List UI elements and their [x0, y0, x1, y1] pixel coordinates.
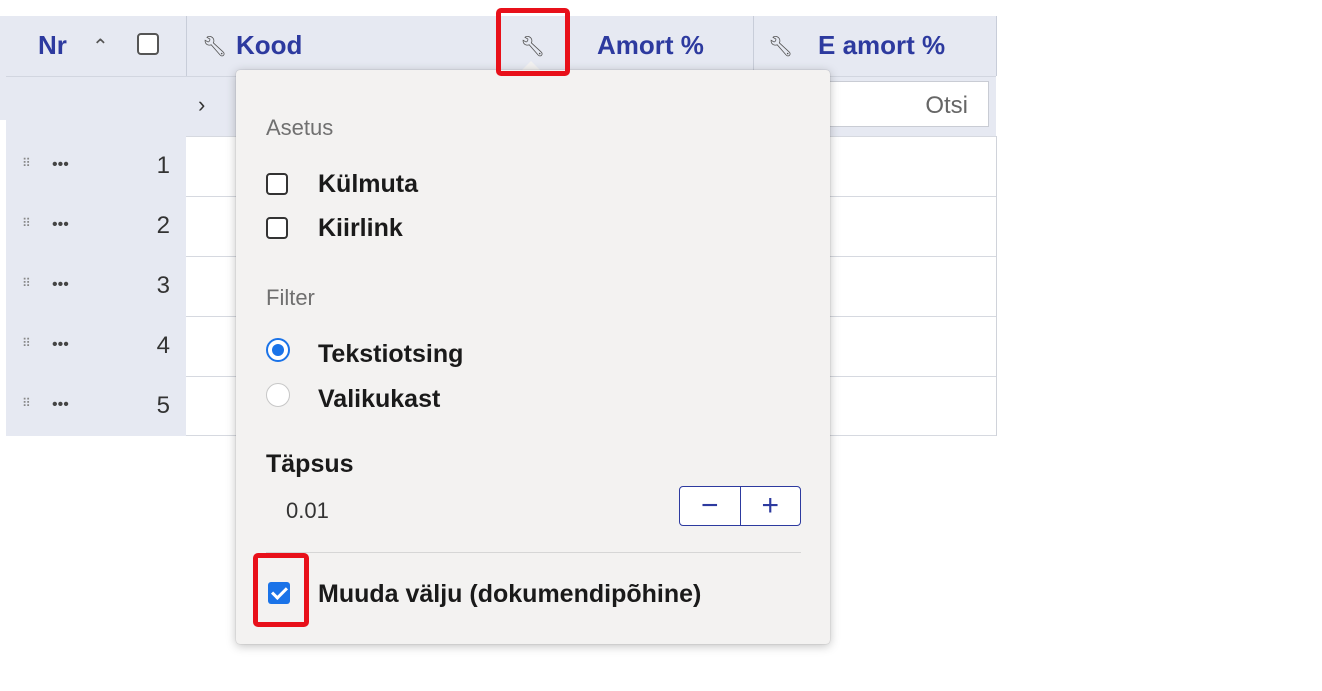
search-input[interactable]: Otsi [829, 81, 989, 127]
row-menu-button[interactable]: ••• [52, 336, 69, 354]
chevron-right-icon[interactable]: › [198, 92, 205, 118]
row-number: 2 [156, 212, 170, 239]
header-kood-cell [187, 16, 497, 76]
precision-stepper[interactable]: − + [679, 486, 801, 526]
highlight-box [496, 8, 570, 76]
select-all-checkbox[interactable] [137, 33, 159, 55]
section-heading-setting: Asetus [266, 115, 334, 140]
divider [266, 552, 801, 553]
column-separator [753, 16, 754, 76]
row-menu-button[interactable]: ••• [52, 216, 69, 234]
highlight-box [253, 553, 309, 627]
row-menu-button[interactable]: ••• [52, 276, 69, 294]
column-header-kood[interactable]: Kood [236, 30, 302, 61]
decrement-button[interactable]: − [680, 487, 740, 525]
freeze-label[interactable]: Külmuta [318, 170, 418, 199]
drag-handle-icon[interactable]: ⠿ [22, 276, 31, 290]
wrench-icon[interactable]: 🔧︎ [202, 34, 227, 59]
drag-handle-icon[interactable]: ⠿ [22, 216, 31, 230]
column-header-nr[interactable]: Nr [38, 30, 67, 61]
search-placeholder: Otsi [925, 92, 968, 119]
chevron-up-icon[interactable]: ⌃ [92, 34, 109, 59]
freeze-checkbox[interactable] [266, 173, 288, 195]
editable-label[interactable]: Muuda välju (dokumendipõhine) [318, 580, 701, 609]
row-menu-button[interactable]: ••• [52, 156, 69, 174]
row-number: 3 [156, 272, 170, 299]
row-number: 1 [156, 152, 170, 179]
text-search-label[interactable]: Tekstiotsing [318, 340, 463, 369]
selectbox-radio[interactable] [266, 383, 290, 407]
drag-handle-icon[interactable]: ⠿ [22, 156, 31, 170]
column-separator [186, 16, 187, 76]
selectbox-label[interactable]: Valikukast [318, 385, 440, 414]
drag-handle-icon[interactable]: ⠿ [22, 336, 31, 350]
column-separator [996, 16, 997, 76]
row-menu-button[interactable]: ••• [52, 396, 69, 414]
drag-handle-icon[interactable]: ⠿ [22, 396, 31, 410]
increment-button[interactable]: + [739, 487, 801, 525]
column-header-e-amort[interactable]: E amort % [818, 30, 945, 61]
row-number: 4 [156, 332, 170, 359]
quicklink-checkbox[interactable] [266, 217, 288, 239]
row-number: 5 [156, 392, 170, 419]
top-margin [0, 0, 1322, 16]
section-heading-filter: Filter [266, 285, 315, 310]
wrench-icon[interactable]: 🔧︎ [768, 34, 793, 59]
column-header-amort[interactable]: Amort % [597, 30, 704, 61]
text-search-radio[interactable] [266, 338, 290, 362]
quicklink-label[interactable]: Kiirlink [318, 214, 403, 243]
precision-heading: Täpsus [266, 450, 354, 478]
precision-value: 0.01 [286, 498, 329, 523]
column-settings-popup: Asetus Külmuta Kiirlink Filter Tekstiots… [236, 70, 830, 644]
